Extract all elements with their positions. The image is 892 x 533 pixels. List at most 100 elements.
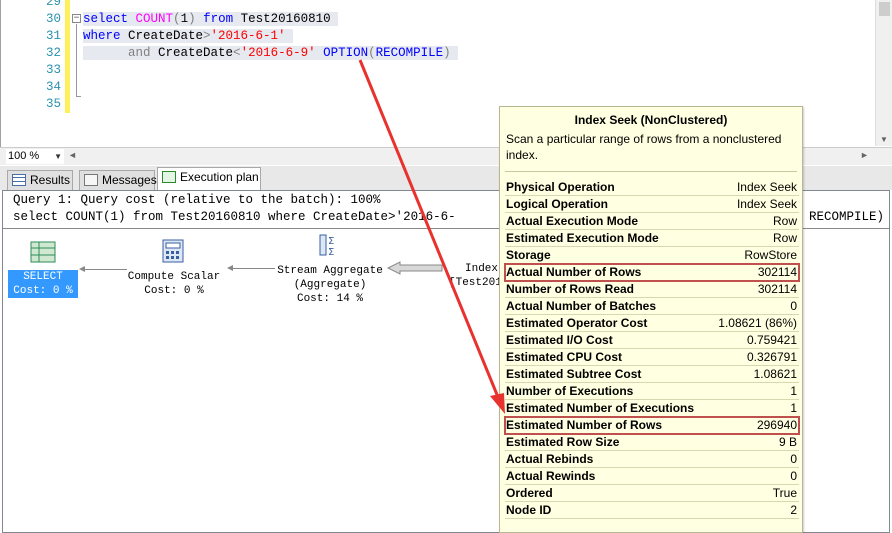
- plan-node-select[interactable]: SELECT Cost: 0 %: [8, 241, 78, 298]
- tooltip-separator: [505, 171, 797, 172]
- property-name: Estimated Number of Rows: [506, 418, 663, 432]
- stream-aggregate-icon: Σ Σ: [319, 234, 334, 258]
- change-tracking-bar: [65, 0, 70, 113]
- code-token: 1: [180, 12, 189, 26]
- code-token: OPTION: [323, 46, 369, 60]
- property-value: 0: [790, 452, 797, 466]
- collapse-guide-end: [76, 96, 81, 97]
- property-value: Index Seek: [736, 197, 797, 211]
- code-token: <: [233, 46, 241, 60]
- scrollbar-thumb[interactable]: [879, 2, 890, 16]
- property-name: Actual Number of Batches: [506, 299, 657, 313]
- property-name: Number of Executions: [506, 384, 634, 398]
- query-text: select COUNT(1) from Test20160810 where …: [13, 210, 456, 224]
- property-name: Physical Operation: [506, 180, 615, 194]
- chevron-down-icon[interactable]: ▼: [54, 149, 62, 164]
- line-number: 32: [45, 46, 61, 60]
- zoom-select[interactable]: 100 % ▼: [6, 149, 64, 164]
- select-icon: [30, 241, 56, 263]
- property-name: Logical Operation: [506, 197, 609, 211]
- tooltip-row: Estimated CPU Cost 0.326791: [505, 349, 799, 366]
- plan-node-stream-aggregate[interactable]: Σ Σ Stream Aggregate (Aggregate) Cost: 1…: [273, 233, 387, 306]
- tooltip-row: Estimated Row Size 9 B: [505, 434, 799, 451]
- plan-node-compute-scalar[interactable]: Compute Scalar Cost: 0 %: [125, 239, 223, 298]
- tooltip-row: Actual Rebinds 0: [505, 451, 799, 468]
- node-label: Stream Aggregate: [277, 265, 383, 277]
- property-value: 1.08621: [753, 367, 797, 381]
- property-name: Ordered: [506, 486, 553, 500]
- code-token: from: [203, 12, 234, 26]
- node-label: Index: [465, 263, 499, 275]
- property-name: Estimated Subtree Cost: [506, 367, 642, 381]
- plan-arrow: [83, 269, 127, 270]
- tooltip-row: Physical Operation Index Seek: [505, 179, 799, 196]
- property-value: 9 B: [778, 435, 797, 449]
- svg-text:Σ: Σ: [328, 236, 334, 247]
- property-value: 0: [790, 469, 797, 483]
- code-token: CreateDate: [150, 46, 234, 60]
- property-name: Node ID: [506, 503, 552, 517]
- tooltip-row: Actual Execution Mode Row: [505, 213, 799, 230]
- tooltip-row: Ordered True: [505, 485, 799, 502]
- code-area[interactable]: select COUNT(1) from Test20160810 where …: [83, 0, 459, 62]
- code-token: >: [203, 29, 211, 43]
- property-value: 0: [790, 299, 797, 313]
- property-name: Estimated CPU Cost: [506, 350, 623, 364]
- property-value: RowStore: [744, 248, 797, 262]
- node-cost: Cost: 0 %: [8, 284, 78, 298]
- scroll-down-icon[interactable]: ▼: [880, 135, 888, 144]
- selected-code: where CreateDate>'2016-6-1': [83, 29, 294, 43]
- execution-plan-icon: [162, 171, 176, 183]
- code-token: select: [83, 12, 129, 26]
- operator-tooltip: Index Seek (NonClustered) Scan a particu…: [499, 106, 803, 533]
- code-token: COUNT: [135, 12, 174, 26]
- node-subtitle: (Aggregate): [293, 279, 367, 291]
- code-line-31[interactable]: where CreateDate>'2016-6-1': [83, 28, 458, 45]
- property-value: 1: [790, 401, 797, 415]
- property-name: Estimated Execution Mode: [506, 231, 659, 245]
- tooltip-row: Estimated Number of Executions 1: [505, 400, 799, 417]
- property-value: 0.759421: [746, 333, 797, 347]
- property-name: Actual Number of Rows: [506, 265, 642, 279]
- property-value: Index Seek: [736, 180, 797, 194]
- code-token: '2016-6-1': [210, 29, 286, 43]
- property-value: 0.326791: [746, 350, 797, 364]
- property-value: 302114: [757, 265, 797, 279]
- property-name: Actual Rebinds: [506, 452, 594, 466]
- plan-arrow: [231, 268, 275, 269]
- line-number-gutter: 29 30 31 32 33 34 35: [1, 0, 63, 113]
- svg-text:Σ: Σ: [328, 247, 334, 257]
- zoom-value: 100 %: [8, 150, 40, 162]
- property-value: Row: [772, 231, 797, 245]
- tooltip-description: Scan a particular range of rows from a n…: [506, 132, 782, 162]
- tooltip-row: Number of Executions 1: [505, 383, 799, 400]
- tab-execution-plan[interactable]: Execution plan: [157, 167, 261, 190]
- scroll-left-icon[interactable]: ◄: [68, 150, 77, 160]
- code-line-32[interactable]: and CreateDate<'2016-6-9' OPTION(RECOMPI…: [83, 45, 459, 62]
- code-token: '2016-6-9': [240, 46, 316, 60]
- plan-node-index-seek[interactable]: Index [Test201: [445, 262, 505, 290]
- node-cost: Cost: 14 %: [296, 293, 363, 305]
- plan-arrowhead: [227, 265, 233, 271]
- node-cost: Cost: 0 %: [144, 285, 204, 297]
- tooltip-row-highlighted: Estimated Number of Rows 296940: [504, 416, 800, 435]
- tab-messages[interactable]: Messages: [79, 170, 157, 190]
- selected-code: and CreateDate<'2016-6-9' OPTION(RECOMPI…: [83, 46, 459, 60]
- tooltip-title: Index Seek (NonClustered): [574, 113, 728, 127]
- tab-results[interactable]: Results: [7, 170, 73, 190]
- line-number: 33: [45, 63, 61, 77]
- tooltip-row: Node ID 2: [505, 502, 799, 519]
- selected-code: select COUNT(1) from Test20160810: [83, 12, 339, 26]
- code-token: where: [83, 29, 121, 43]
- editor-vertical-scrollbar[interactable]: ▼: [875, 0, 892, 146]
- property-name: Estimated I/O Cost: [506, 333, 613, 347]
- collapse-toggle-icon[interactable]: −: [72, 14, 81, 23]
- scroll-right-icon[interactable]: ►: [860, 150, 869, 160]
- code-token: ): [443, 46, 451, 60]
- query-cost-header: Query 1: Query cost (relative to the bat…: [13, 193, 381, 207]
- tab-label: Execution plan: [180, 170, 259, 184]
- code-line-30[interactable]: select COUNT(1) from Test20160810: [83, 11, 458, 28]
